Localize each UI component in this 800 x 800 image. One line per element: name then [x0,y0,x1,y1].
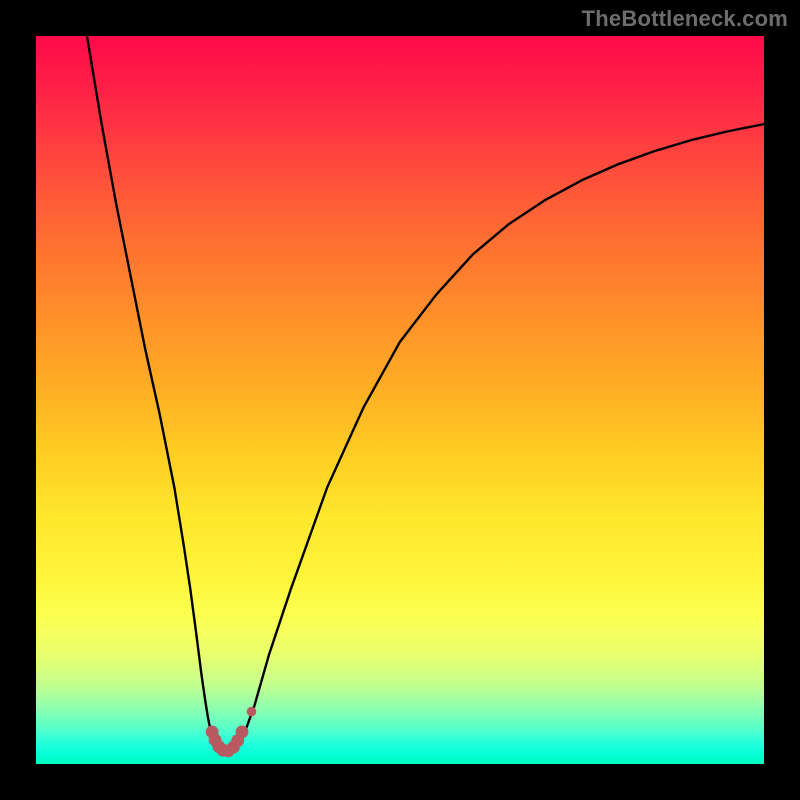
valley-marker [236,726,249,739]
bottleneck-curve [87,36,764,755]
chart-frame: TheBottleneck.com [0,0,800,800]
watermark-text: TheBottleneck.com [582,6,788,32]
plot-area [36,36,764,764]
valley-marker [247,707,257,717]
curve-overlay [36,36,764,764]
